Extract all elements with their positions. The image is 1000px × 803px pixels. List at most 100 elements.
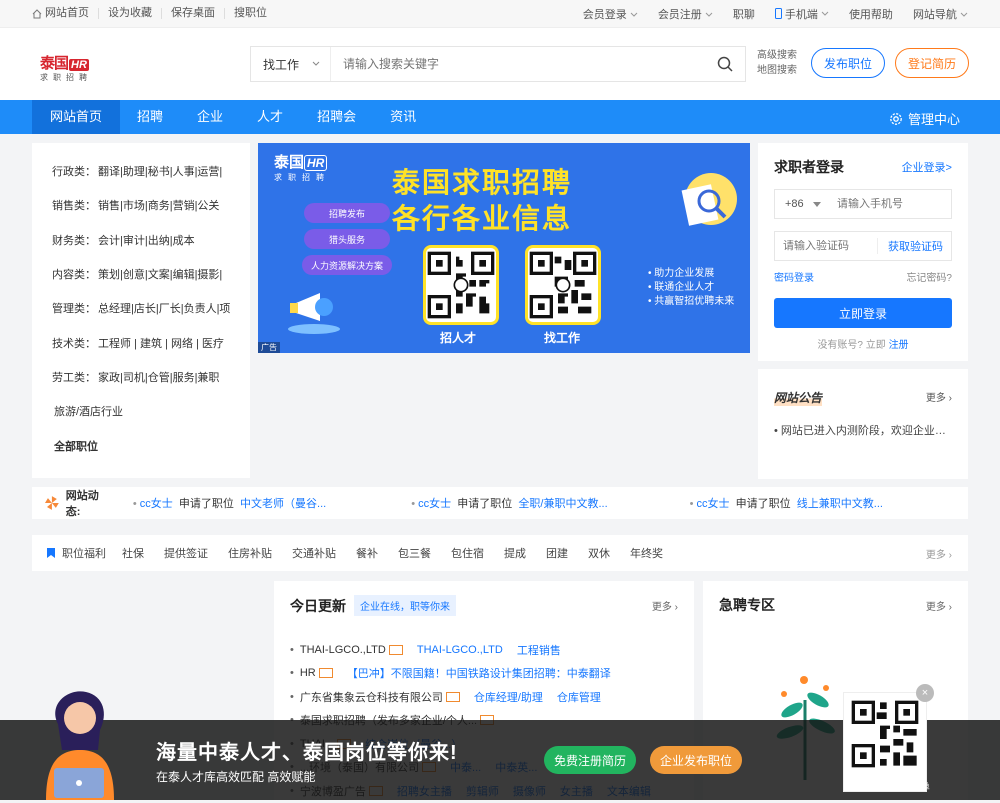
all-jobs-link[interactable]: 全部职位 (54, 438, 98, 454)
mobile-link[interactable]: 手机端 (774, 6, 829, 22)
map-search-link[interactable]: 地图搜索 (757, 63, 797, 78)
member-register-link[interactable]: 会员注册 (658, 6, 713, 22)
publish-job-button[interactable]: 发布职位 (811, 48, 885, 78)
verify-code-input[interactable] (783, 240, 873, 252)
login-title: 求职者登录 (774, 159, 844, 175)
chat-link[interactable]: 职聊 (733, 6, 755, 22)
category-values[interactable]: 工程师 | 建筑 | 网络 | 医疗 (98, 335, 224, 351)
register-resume-button[interactable]: 登记简历 (895, 48, 969, 78)
nav-news[interactable]: 资讯 (373, 100, 433, 134)
forgot-password-link[interactable]: 忘记密码? (906, 269, 952, 284)
category-values[interactable]: 销售|市场|商务|营销|公关 (98, 197, 219, 213)
welfare-tag[interactable]: 包三餐 (398, 545, 431, 561)
activity-job[interactable]: 线上兼职中文教... (797, 498, 883, 510)
category-row[interactable]: 行政类： 翻译|助理|秘书|人事|运营| (52, 154, 250, 188)
today-row[interactable]: • 广东省集象云仓科技有限公司 仓库经理/助理 仓库管理 (290, 685, 678, 709)
nav-talent[interactable]: 人才 (240, 100, 300, 134)
job-link[interactable]: 仓库经理/助理 (474, 689, 543, 705)
nav-home[interactable]: 网站首页 (32, 100, 121, 134)
announcement-item[interactable]: • 网站已进入内测阶段，欢迎企业主... (774, 422, 952, 438)
category-row[interactable]: 管理类： 总经理|店长|厂长|负责人|项 (52, 291, 250, 325)
activity-item[interactable]: • cc女士 申请了职位 全职/兼职中文教... (411, 495, 689, 511)
category-row[interactable]: 旅游/酒店行业 (52, 394, 250, 428)
help-link[interactable]: 使用帮助 (849, 6, 893, 22)
country-code-select[interactable]: +86 (775, 198, 829, 210)
register-link[interactable]: 注册 (889, 340, 909, 351)
job-link[interactable]: 【巴冲】不限国籍！中国铁路设计集团招聘：中泰翻译 (347, 665, 611, 681)
banner-logo-text: 泰国 (274, 154, 305, 171)
home-link[interactable]: 网站首页 (32, 8, 98, 19)
job-link[interactable]: THAI-LGCO.,LTD (417, 644, 503, 656)
category-key: 销售类： (52, 200, 96, 213)
qr-caption: 微信扫码 求职更简单 (846, 782, 930, 792)
nav-company[interactable]: 企业 (180, 100, 240, 134)
today-row[interactable]: • HR 【巴冲】不限国籍！中国铁路设计集团招聘：中泰翻译 (290, 662, 678, 686)
site-nav-link[interactable]: 网站导航 (913, 6, 968, 22)
job-link[interactable]: 工程销售 (517, 642, 561, 658)
welfare-tag[interactable]: 提供签证 (164, 545, 208, 561)
free-register-resume-button[interactable]: 免费注册简历 (544, 746, 636, 774)
advanced-search-link[interactable]: 高级搜索 (757, 48, 797, 63)
category-row[interactable]: 销售类： 销售|市场|商务|营销|公关 (52, 188, 250, 222)
search-jobs-link[interactable]: 搜职位 (224, 8, 276, 19)
today-tag: 企业在线，职等你来 (354, 595, 456, 616)
category-values[interactable]: 翻译|助理|秘书|人事|运营| (98, 163, 222, 179)
welfare-tag[interactable]: 餐补 (356, 545, 378, 561)
category-values[interactable]: 总经理|店长|厂长|负责人|项 (98, 300, 230, 316)
login-submit-button[interactable]: 立即登录 (774, 298, 952, 328)
activity-item[interactable]: • cc女士 申请了职位 中文老师（曼谷... (133, 495, 411, 511)
category-key: 财务类： (52, 234, 96, 247)
category-row[interactable]: 全部职位 (52, 428, 250, 462)
password-login-link[interactable]: 密码登录 (774, 269, 814, 284)
category-values[interactable]: 策划|创意|文案|编辑|摄影| (98, 266, 222, 282)
search-type-select[interactable]: 找工作 (251, 47, 331, 81)
nav-job-fair[interactable]: 招聘会 (300, 100, 373, 134)
member-login-link[interactable]: 会员登录 (583, 6, 638, 22)
welfare-tag[interactable]: 社保 (122, 545, 144, 561)
announcement-text: 网站已进入内测阶段，欢迎企业主... (780, 425, 952, 437)
close-icon[interactable]: × (916, 684, 934, 702)
category-values[interactable]: 旅游/酒店行业 (54, 403, 123, 419)
today-more-link[interactable]: 更多 › (652, 598, 678, 613)
urgent-more-link[interactable]: 更多 › (926, 598, 952, 613)
search-icon (717, 56, 733, 72)
save-desktop-link[interactable]: 保存桌面 (161, 8, 224, 19)
company-post-job-button[interactable]: 企业发布职位 (650, 746, 742, 774)
promo-banner[interactable]: 泰国 HR 求职招聘 泰国求职招聘 各行各业信息 招聘发布 猎头服务 人力资源解决方… (258, 143, 750, 353)
category-values[interactable]: 家政|司机|仓管|服务|兼职 (98, 369, 219, 385)
job-link[interactable]: 仓库管理 (557, 689, 601, 705)
welfare-more-link[interactable]: 更多 › (926, 546, 952, 561)
today-row[interactable]: • THAI-LGCO.,LTD THAI-LGCO.,LTD 工程销售 (290, 638, 678, 662)
welfare-tag[interactable]: 包住宿 (451, 545, 484, 561)
welfare-tag[interactable]: 住房补贴 (228, 545, 272, 561)
activity-item[interactable]: • cc女士 申请了职位 线上兼职中文教... (690, 495, 968, 511)
get-code-button[interactable]: 获取验证码 (877, 238, 943, 254)
search-input[interactable] (331, 57, 705, 71)
banner-title-2: 各行各业信息 (392, 203, 573, 234)
category-row[interactable]: 财务类： 会计|审计|出纳|成本 (52, 223, 250, 257)
category-row[interactable]: 技术类： 工程师 | 建筑 | 网络 | 医疗 (52, 325, 250, 359)
welfare-tag[interactable]: 团建 (546, 545, 568, 561)
company-name[interactable]: HR (300, 667, 316, 679)
bookmark-link[interactable]: 设为收藏 (98, 8, 161, 19)
category-row[interactable]: 内容类： 策划|创意|文案|编辑|摄影| (52, 257, 250, 291)
banner-logo-hr: HR (304, 155, 328, 171)
welfare-tag[interactable]: 交通补贴 (292, 545, 336, 561)
category-row[interactable]: 劳工类： 家政|司机|仓管|服务|兼职 (52, 360, 250, 394)
manage-center-link[interactable]: 管理中心 (889, 109, 960, 128)
welfare-tag[interactable]: 年终奖 (630, 545, 663, 561)
announcement-more-link[interactable]: 更多 › (926, 389, 952, 406)
category-values[interactable]: 会计|审计|出纳|成本 (98, 232, 195, 248)
phone-input[interactable] (829, 198, 951, 210)
welfare-tag[interactable]: 提成 (504, 545, 526, 561)
company-name[interactable]: THAI-LGCO.,LTD (300, 644, 386, 656)
company-name[interactable]: 广东省集象云仓科技有限公司 (300, 689, 443, 705)
company-login-link[interactable]: 企业登录> (902, 159, 952, 175)
activity-job[interactable]: 全职/兼职中文教... (518, 498, 607, 510)
qr-label-recruit: 招人才 (440, 331, 477, 345)
nav-recruit[interactable]: 招聘 (120, 100, 180, 134)
welfare-tag[interactable]: 双休 (588, 545, 610, 561)
search-button[interactable] (705, 56, 745, 72)
site-logo[interactable]: 泰国 HR 求职招聘 (40, 52, 96, 82)
activity-job[interactable]: 中文老师（曼谷... (240, 498, 326, 510)
